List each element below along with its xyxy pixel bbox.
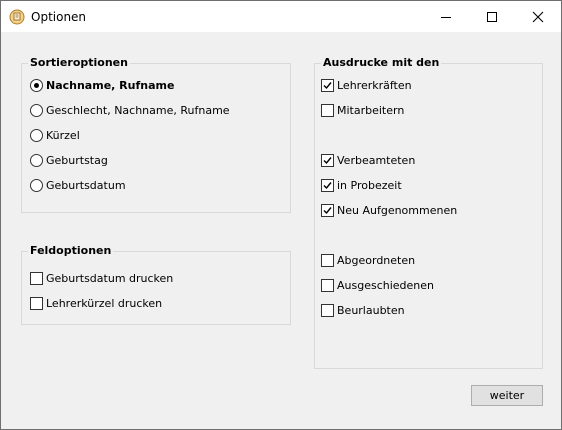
checkbox-label: Lehrerkürzel drucken xyxy=(46,297,163,310)
print-option-ausgeschiedenen[interactable]: Ausgeschiedenen xyxy=(321,279,434,292)
radio-button-icon[interactable] xyxy=(30,129,43,142)
radio-label: Nachname, Rufname xyxy=(46,79,175,92)
checkbox-checked-icon[interactable] xyxy=(321,179,334,192)
checkbox-icon[interactable] xyxy=(30,297,43,310)
radio-button-icon[interactable] xyxy=(30,179,43,192)
sort-option-geschlecht[interactable]: Geschlecht, Nachname, Rufname xyxy=(30,104,230,117)
title-bar: Optionen xyxy=(1,1,561,32)
options-dialog: Optionen Sortieroptionen Nachname, Rufna… xyxy=(0,0,562,430)
print-option-probezeit[interactable]: in Probezeit xyxy=(321,179,402,192)
weiter-button[interactable]: weiter xyxy=(471,385,543,406)
checkbox-label: Abgeordneten xyxy=(337,254,416,267)
close-button[interactable] xyxy=(515,1,561,32)
radio-button-icon[interactable] xyxy=(30,154,43,167)
radio-label: Geschlecht, Nachname, Rufname xyxy=(46,104,230,117)
close-icon xyxy=(532,11,544,22)
app-icon xyxy=(9,9,25,25)
print-option-neu-aufgenommenen[interactable]: Neu Aufgenommenen xyxy=(321,204,457,217)
sort-option-geburtsdatum[interactable]: Geburtsdatum xyxy=(30,179,126,192)
print-option-mitarbeitern[interactable]: Mitarbeitern xyxy=(321,104,404,117)
checkbox-label: Verbeamteten xyxy=(337,154,416,167)
sort-option-nachname-rufname[interactable]: Nachname, Rufname xyxy=(30,79,174,92)
field-option-geburtsdatum[interactable]: Geburtsdatum drucken xyxy=(30,272,173,285)
checkbox-label: Mitarbeitern xyxy=(337,104,405,117)
checkbox-icon[interactable] xyxy=(30,272,43,285)
sort-option-kuerzel[interactable]: Kürzel xyxy=(30,129,80,142)
checkbox-label: Ausgeschiedenen xyxy=(337,279,435,292)
print-option-beurlaubten[interactable]: Beurlaubten xyxy=(321,304,405,317)
checkbox-label: Lehrerkräften xyxy=(337,79,412,92)
radio-button-icon[interactable] xyxy=(30,104,43,117)
print-options-title: Ausdrucke mit den xyxy=(321,56,442,69)
print-option-verbeamteten[interactable]: Verbeamteten xyxy=(321,154,415,167)
checkbox-checked-icon[interactable] xyxy=(321,154,334,167)
checkbox-icon[interactable] xyxy=(321,254,334,267)
checkbox-checked-icon[interactable] xyxy=(321,79,334,92)
checkbox-label: Neu Aufgenommenen xyxy=(337,204,458,217)
checkbox-label: Geburtsdatum drucken xyxy=(46,272,174,285)
checkbox-label: Beurlaubten xyxy=(337,304,405,317)
radio-label: Geburtsdatum xyxy=(46,179,126,192)
window-title: Optionen xyxy=(31,10,87,24)
maximize-button[interactable] xyxy=(469,1,515,32)
field-options-title: Feldoptionen xyxy=(28,244,114,257)
sort-options-title: Sortieroptionen xyxy=(28,56,130,69)
radio-label: Kürzel xyxy=(46,129,80,142)
print-option-abgeordneten[interactable]: Abgeordneten xyxy=(321,254,415,267)
checkbox-icon[interactable] xyxy=(321,104,334,117)
checkbox-icon[interactable] xyxy=(321,279,334,292)
minimize-button[interactable] xyxy=(423,1,469,32)
radio-button-selected-icon[interactable] xyxy=(30,79,43,92)
checkbox-icon[interactable] xyxy=(321,304,334,317)
field-option-lehrerkuerzel[interactable]: Lehrerkürzel drucken xyxy=(30,297,162,310)
maximize-icon xyxy=(487,11,497,22)
checkbox-checked-icon[interactable] xyxy=(321,204,334,217)
field-options-group: Feldoptionen xyxy=(21,244,291,325)
radio-label: Geburtstag xyxy=(46,154,108,167)
print-option-lehrerkraeften[interactable]: Lehrerkräften xyxy=(321,79,412,92)
checkbox-label: in Probezeit xyxy=(337,179,402,192)
minimize-icon xyxy=(441,16,451,18)
sort-option-geburtstag[interactable]: Geburtstag xyxy=(30,154,108,167)
